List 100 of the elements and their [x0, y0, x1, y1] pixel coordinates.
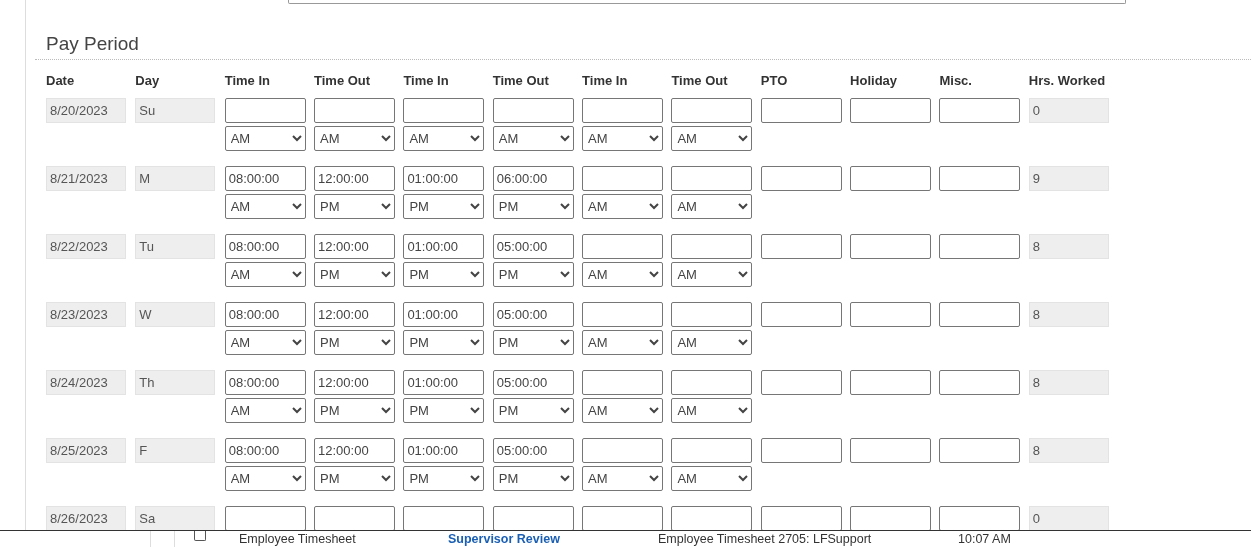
- time-field[interactable]: [492, 506, 574, 530]
- period-dropdown[interactable]: AM: [582, 398, 664, 423]
- holiday-field[interactable]: [850, 506, 932, 530]
- time-field[interactable]: 01:00:00: [403, 234, 485, 259]
- period-dropdown[interactable]: AM: [671, 466, 753, 491]
- time-field[interactable]: [403, 98, 485, 123]
- pto-field[interactable]: [760, 166, 842, 191]
- period-dropdown[interactable]: PM: [492, 398, 574, 423]
- period-dropdown[interactable]: AM: [403, 126, 485, 151]
- holiday-field[interactable]: [850, 370, 932, 395]
- time-field[interactable]: 08:00:00: [224, 166, 306, 191]
- misc-field[interactable]: [939, 98, 1021, 123]
- time-field[interactable]: [314, 506, 396, 530]
- pto-field[interactable]: [760, 234, 842, 259]
- time-field[interactable]: 05:00:00: [492, 302, 574, 327]
- time-field[interactable]: [403, 506, 485, 530]
- checkbox[interactable]: [194, 531, 206, 541]
- time-field[interactable]: [582, 234, 664, 259]
- period-dropdown[interactable]: PM: [492, 262, 574, 287]
- time-field[interactable]: 01:00:00: [403, 438, 485, 463]
- period-dropdown[interactable]: AM: [224, 398, 306, 423]
- time-field[interactable]: [671, 506, 753, 530]
- period-dropdown[interactable]: AM: [582, 194, 664, 219]
- time-field[interactable]: 12:00:00: [314, 370, 396, 395]
- period-dropdown[interactable]: AM: [671, 398, 753, 423]
- misc-field[interactable]: [939, 370, 1021, 395]
- time-field[interactable]: [671, 438, 753, 463]
- time-field[interactable]: [671, 370, 753, 395]
- time-field[interactable]: [314, 98, 396, 123]
- time-field[interactable]: 08:00:00: [224, 370, 306, 395]
- time-field[interactable]: [582, 506, 664, 530]
- time-field[interactable]: 12:00:00: [314, 234, 396, 259]
- period-dropdown[interactable]: PM: [314, 398, 396, 423]
- time-field[interactable]: 12:00:00: [314, 302, 396, 327]
- period-dropdown[interactable]: AM: [671, 126, 753, 151]
- time-field[interactable]: 01:00:00: [403, 302, 485, 327]
- pto-field[interactable]: [760, 98, 842, 123]
- period-dropdown[interactable]: AM: [582, 466, 664, 491]
- period-dropdown[interactable]: AM: [582, 330, 664, 355]
- pto-field[interactable]: [760, 302, 842, 327]
- period-dropdown[interactable]: AM: [224, 330, 306, 355]
- time-field[interactable]: [582, 98, 664, 123]
- period-dropdown[interactable]: AM: [224, 262, 306, 287]
- time-field[interactable]: [582, 302, 664, 327]
- time-field[interactable]: 01:00:00: [403, 166, 485, 191]
- period-dropdown[interactable]: PM: [492, 466, 574, 491]
- step-link[interactable]: Supervisor Review: [448, 532, 658, 546]
- time-field[interactable]: 05:00:00: [492, 234, 574, 259]
- time-field[interactable]: [582, 438, 664, 463]
- time-field[interactable]: 01:00:00: [403, 370, 485, 395]
- period-dropdown[interactable]: PM: [403, 398, 485, 423]
- period-dropdown[interactable]: PM: [314, 194, 396, 219]
- time-field[interactable]: [224, 506, 306, 530]
- period-dropdown[interactable]: PM: [403, 262, 485, 287]
- input-field[interactable]: [288, 0, 1126, 4]
- period-dropdown[interactable]: AM: [671, 194, 753, 219]
- period-dropdown[interactable]: PM: [403, 194, 485, 219]
- time-field[interactable]: [671, 234, 753, 259]
- period-dropdown[interactable]: AM: [582, 126, 664, 151]
- period-dropdown[interactable]: AM: [224, 126, 306, 151]
- time-field[interactable]: 12:00:00: [314, 438, 396, 463]
- misc-field[interactable]: [939, 438, 1021, 463]
- period-dropdown[interactable]: AM: [224, 194, 306, 219]
- period-dropdown[interactable]: AM: [671, 262, 753, 287]
- period-dropdown[interactable]: AM: [224, 466, 306, 491]
- time-field[interactable]: 05:00:00: [492, 370, 574, 395]
- pto-field[interactable]: [760, 438, 842, 463]
- misc-field[interactable]: [939, 302, 1021, 327]
- pto-field[interactable]: [760, 506, 842, 530]
- misc-field[interactable]: [939, 166, 1021, 191]
- period-dropdown[interactable]: PM: [314, 262, 396, 287]
- pto-field[interactable]: [760, 370, 842, 395]
- period-dropdown[interactable]: PM: [314, 330, 396, 355]
- period-dropdown[interactable]: AM: [492, 126, 574, 151]
- time-field[interactable]: [582, 166, 664, 191]
- period-dropdown[interactable]: AM: [671, 330, 753, 355]
- misc-field[interactable]: [939, 234, 1021, 259]
- time-field[interactable]: [671, 98, 753, 123]
- period-dropdown[interactable]: PM: [314, 466, 396, 491]
- period-dropdown[interactable]: PM: [492, 194, 574, 219]
- period-dropdown[interactable]: AM: [582, 262, 664, 287]
- time-field[interactable]: [582, 370, 664, 395]
- time-field[interactable]: 12:00:00: [314, 166, 396, 191]
- period-dropdown[interactable]: AM: [314, 126, 396, 151]
- time-field[interactable]: [671, 302, 753, 327]
- time-field[interactable]: 08:00:00: [224, 438, 306, 463]
- time-field[interactable]: [492, 98, 574, 123]
- time-field[interactable]: [671, 166, 753, 191]
- time-field[interactable]: 05:00:00: [492, 438, 574, 463]
- holiday-field[interactable]: [850, 166, 932, 191]
- period-dropdown[interactable]: PM: [403, 466, 485, 491]
- time-field[interactable]: 06:00:00: [492, 166, 574, 191]
- time-field[interactable]: [224, 98, 306, 123]
- holiday-field[interactable]: [850, 98, 932, 123]
- holiday-field[interactable]: [850, 438, 932, 463]
- holiday-field[interactable]: [850, 302, 932, 327]
- period-dropdown[interactable]: PM: [492, 330, 574, 355]
- time-field[interactable]: 08:00:00: [224, 302, 306, 327]
- holiday-field[interactable]: [850, 234, 932, 259]
- misc-field[interactable]: [939, 506, 1021, 530]
